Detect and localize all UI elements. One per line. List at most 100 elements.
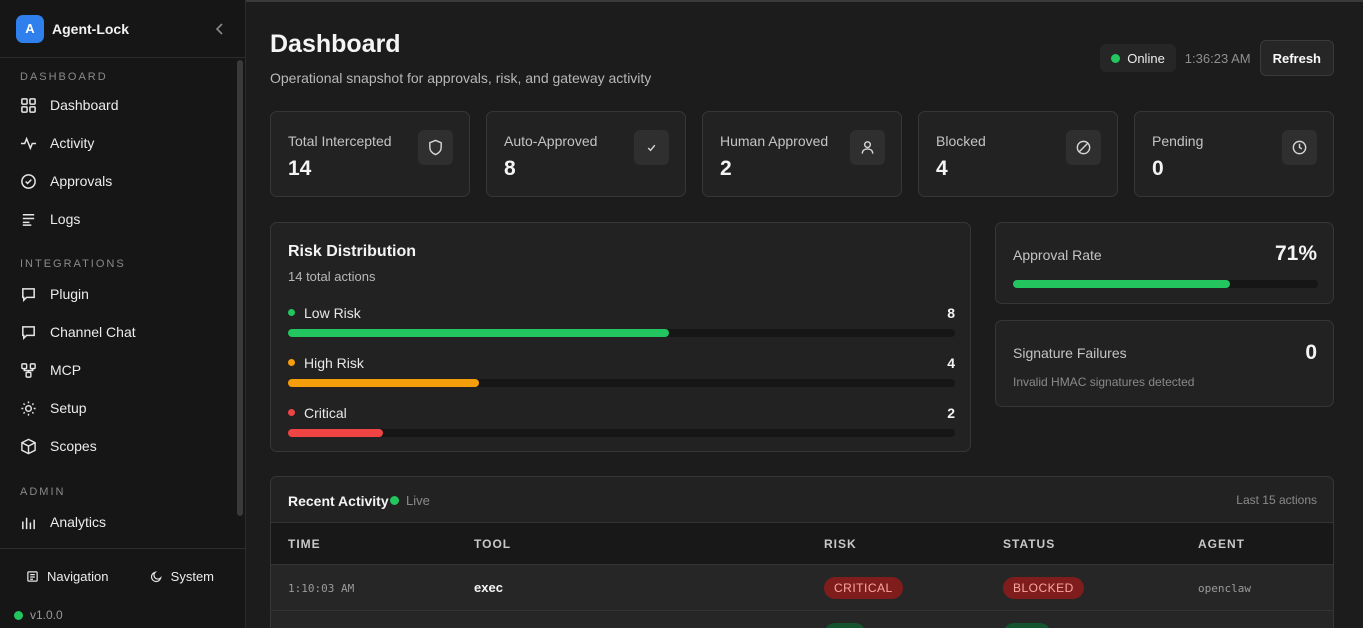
nav-section-integrations: INTEGRATIONS [20, 258, 126, 270]
column-header-status[interactable]: STATUS [1003, 537, 1055, 551]
risk-badge: CRITICAL [824, 577, 903, 599]
status-badge [1003, 623, 1051, 628]
sidebar-item-scopes[interactable]: Scopes [0, 427, 236, 465]
sidebar-item-label: Channel Chat [50, 324, 136, 340]
stat-label: Total Intercepted [288, 133, 392, 149]
sidebar-item-label: Plugin [50, 286, 89, 302]
risk-count: 8 [947, 305, 955, 321]
stat-card-total-intercepted: Total Intercepted 14 [270, 111, 470, 197]
recent-activity-title: Recent Activity [288, 493, 389, 509]
app-name: Agent-Lock [52, 20, 129, 37]
pulse-icon [20, 136, 37, 150]
live-indicator: Live [390, 493, 430, 508]
column-header-agent[interactable]: AGENT [1198, 537, 1245, 551]
brand-header: A Agent-Lock [0, 0, 245, 58]
sidebar-item-label: Dashboard [50, 97, 119, 113]
table-row[interactable]: 1:10:03 AM exec CRITICAL BLOCKED opencla… [271, 565, 1333, 611]
risk-row-low: Low Risk 8 [288, 305, 955, 345]
app-logo: A [16, 14, 44, 43]
stat-card-pending: Pending 0 [1134, 111, 1334, 197]
approval-rate-label: Approval Rate [1013, 247, 1102, 263]
check-circle-icon [21, 173, 36, 189]
column-header-time[interactable]: TIME [288, 537, 321, 551]
table-row[interactable] [271, 611, 1333, 628]
navigation-button[interactable]: Navigation [26, 569, 108, 584]
sidebar-scrollbar[interactable] [237, 60, 243, 516]
sidebar-item-analytics[interactable]: Analytics [0, 503, 236, 541]
cube-icon [21, 438, 36, 454]
sidebar-item-label: Approvals [50, 173, 113, 189]
stat-label: Human Approved [720, 133, 829, 149]
sidebar-item-plugin[interactable]: Plugin [0, 275, 236, 313]
stat-value: 14 [288, 157, 312, 180]
risk-label: Critical [304, 405, 347, 421]
recent-activity-meta: Last 15 actions [1236, 493, 1317, 507]
sidebar: A Agent-Lock DASHBOARD Dashboard Activit… [0, 0, 246, 628]
high-risk-dot [288, 359, 295, 366]
signature-failures-subtitle: Invalid HMAC signatures detected [1013, 375, 1195, 389]
live-label: Live [406, 493, 430, 508]
collapse-sidebar-button[interactable] [211, 20, 229, 38]
row-time: 1:10:03 AM [288, 582, 355, 595]
risk-count: 2 [947, 405, 955, 421]
approval-rate-fill [1013, 280, 1230, 288]
navigation-label: Navigation [47, 569, 109, 584]
column-header-tool[interactable]: TOOL [474, 537, 511, 551]
low-risk-dot [288, 309, 295, 316]
sidebar-nav: DASHBOARD Dashboard Activity Approvals L… [0, 58, 236, 548]
recent-activity-card: Recent Activity Live Last 15 actions TIM… [270, 476, 1334, 628]
system-theme-button[interactable]: System [150, 569, 214, 584]
panel-icon [27, 571, 38, 582]
sidebar-item-activity[interactable]: Activity [0, 124, 236, 162]
row-tool: exec [474, 580, 503, 595]
sidebar-item-label: Scopes [50, 438, 97, 454]
moon-icon [150, 571, 162, 583]
approval-rate-card: Approval Rate 71% [995, 222, 1334, 304]
stat-card-blocked: Blocked 4 [918, 111, 1118, 197]
table-header: TIME TOOL RISK STATUS AGENT [271, 523, 1333, 565]
stat-value: 4 [936, 157, 948, 180]
risk-bar-fill [288, 329, 670, 337]
risk-badge [824, 623, 866, 628]
version-indicator: v1.0.0 [14, 608, 63, 622]
recent-activity-header: Recent Activity Live Last 15 actions [271, 477, 1333, 523]
stat-label: Blocked [936, 133, 986, 149]
message-icon [22, 287, 35, 302]
stat-value: 2 [720, 157, 732, 180]
sidebar-item-logs[interactable]: Logs [0, 200, 236, 238]
live-dot [390, 496, 399, 505]
refresh-button[interactable]: Refresh [1259, 40, 1334, 76]
stat-value: 8 [504, 157, 516, 180]
network-icon [21, 362, 36, 378]
risk-subtitle: 14 total actions [288, 269, 376, 284]
signature-failures-card: Signature Failures 0 Invalid HMAC signat… [995, 320, 1334, 407]
page-subtitle: Operational snapshot for approvals, risk… [270, 70, 652, 86]
version-text: v1.0.0 [30, 608, 63, 622]
risk-title: Risk Distribution [288, 243, 417, 260]
stat-label: Pending [1152, 133, 1204, 149]
sidebar-item-dashboard[interactable]: Dashboard [0, 86, 236, 124]
sidebar-item-approvals[interactable]: Approvals [0, 162, 236, 200]
status-text: Online [1127, 50, 1165, 66]
status-dot [14, 610, 23, 620]
last-updated-time: 1:36:23 AM [1184, 50, 1251, 66]
sidebar-item-mcp[interactable]: MCP [0, 351, 236, 389]
risk-distribution-card: Risk Distribution 14 total actions Low R… [270, 222, 971, 452]
lines-icon [22, 213, 35, 226]
risk-bar-fill [288, 379, 479, 387]
row-agent: openclaw [1198, 582, 1251, 595]
sidebar-item-label: Logs [50, 211, 81, 227]
sun-icon [21, 400, 36, 416]
risk-count: 4 [947, 355, 955, 371]
grid-icon [21, 97, 36, 113]
sidebar-item-setup[interactable]: Setup [0, 389, 236, 427]
stat-value: 0 [1152, 157, 1164, 180]
column-header-risk[interactable]: RISK [824, 537, 857, 551]
risk-bar-track [288, 379, 955, 387]
nav-section-admin: ADMIN [20, 486, 66, 498]
online-dot [1111, 53, 1121, 63]
nav-section-dashboard: DASHBOARD [20, 71, 108, 83]
main-content: Dashboard Operational snapshot for appro… [246, 0, 1363, 628]
chevron-left-icon [215, 22, 223, 35]
sidebar-item-channel-chat[interactable]: Channel Chat [0, 313, 236, 351]
